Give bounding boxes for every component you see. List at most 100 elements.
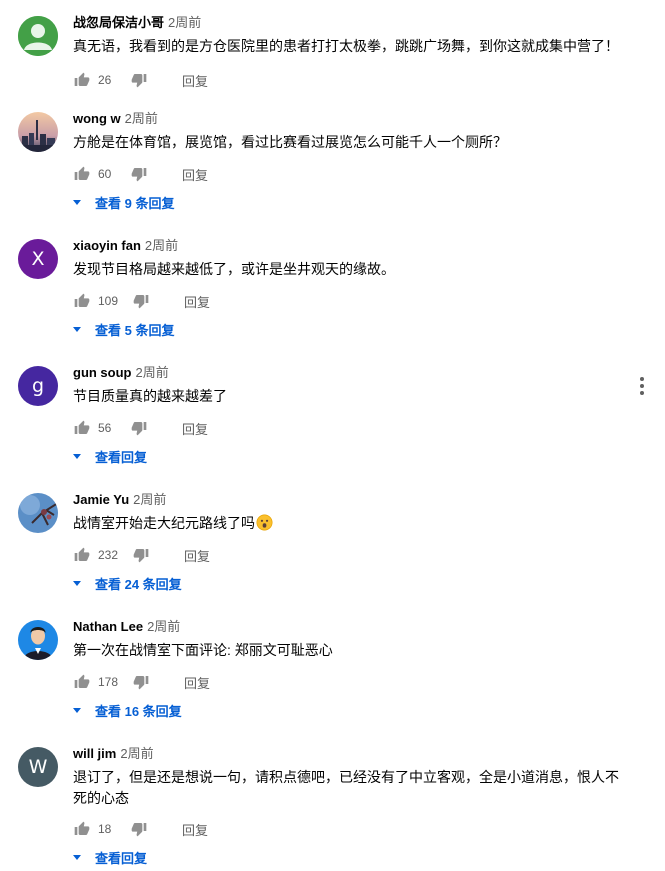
avatar[interactable]: W — [18, 747, 58, 787]
surprised-face-emoji-icon — [256, 514, 273, 531]
dislike-button[interactable] — [130, 820, 148, 838]
reply-button[interactable]: 回复 — [182, 165, 208, 184]
avatar[interactable] — [18, 493, 58, 533]
avatar[interactable]: X — [18, 239, 58, 279]
comment-text: 退订了，但是还是想说一句，请积点德吧，已经没有了中立客观，全是小道消息，恨人不死… — [73, 769, 619, 806]
thumb-up-icon — [74, 166, 90, 180]
comment-actions: 60 回复 — [73, 164, 208, 184]
like-button[interactable] — [73, 71, 91, 89]
author-name[interactable]: will jim — [73, 746, 116, 761]
comment-time[interactable]: 2周前 — [120, 746, 153, 761]
thumb-down-icon — [133, 676, 149, 690]
reply-button[interactable]: 回复 — [182, 419, 208, 438]
comment-text: 真无语，我看到的是方仓医院里的患者打打太极拳，跳跳广场舞，到你这就成集中营了！ — [73, 38, 619, 54]
comment-time[interactable]: 2周前 — [168, 15, 201, 30]
thumb-up-icon — [74, 547, 90, 561]
comment-text: 发现节目格局越来越低了，或许是坐井观天的缘故。 — [73, 261, 395, 277]
comment-time[interactable]: 2周前 — [147, 619, 180, 634]
like-count: 232 — [98, 548, 119, 562]
author-name[interactable]: gun soup — [73, 365, 132, 380]
view-replies-button[interactable]: 查看回复 — [72, 446, 147, 466]
like-button[interactable] — [73, 546, 91, 564]
thumb-up-icon — [74, 420, 90, 434]
thumb-up-icon — [74, 674, 90, 688]
like-count: 60 — [98, 167, 112, 181]
view-replies-label: 查看 24 条回复 — [95, 576, 182, 592]
view-replies-button[interactable]: 查看 24 条回复 — [72, 573, 182, 593]
view-replies-label: 查看 5 条回复 — [95, 322, 175, 338]
author-name[interactable]: Jamie Yu — [73, 492, 129, 507]
thumb-down-icon — [133, 549, 149, 563]
view-replies-button[interactable]: 查看 16 条回复 — [72, 700, 182, 720]
avatar[interactable]: g — [18, 366, 58, 406]
like-count: 109 — [98, 294, 119, 308]
comment-actions: 109 回复 — [73, 291, 210, 311]
dislike-button[interactable] — [130, 419, 148, 437]
comment-actions: 26 回复 — [73, 70, 208, 90]
dislike-button[interactable] — [132, 546, 150, 564]
comment-header: Jamie Yu 2周前 — [73, 491, 166, 509]
comment-time[interactable]: 2周前 — [145, 238, 178, 253]
comment-actions: 56 回复 — [73, 418, 208, 438]
like-button[interactable] — [73, 820, 91, 838]
like-button[interactable] — [73, 165, 91, 183]
caret-down-icon — [73, 326, 81, 332]
dislike-button[interactable] — [132, 292, 150, 310]
reply-button[interactable]: 回复 — [182, 71, 208, 90]
tree-branch-avatar-icon — [18, 493, 58, 533]
comment-time[interactable]: 2周前 — [136, 365, 169, 380]
like-count: 26 — [98, 73, 112, 87]
comment-actions: 18 回复 — [73, 819, 208, 839]
comment-text: 方舱是在体育馆，展览馆，看过比赛看过展览怎么可能千人一个厕所？ — [73, 134, 507, 150]
reply-button[interactable]: 回复 — [184, 673, 210, 692]
thumb-down-icon — [133, 295, 149, 309]
avatar-letter: W — [28, 756, 48, 778]
thumb-down-icon — [131, 422, 147, 436]
comment-text: 节目质量真的越来越差了 — [73, 388, 227, 404]
comment-header: xiaoyin fan 2周前 — [73, 237, 178, 255]
author-name[interactable]: wong w — [73, 111, 121, 126]
comment-time[interactable]: 2周前 — [133, 492, 166, 507]
like-button[interactable] — [73, 419, 91, 437]
avatar[interactable] — [18, 620, 58, 660]
view-replies-button[interactable]: 查看 5 条回复 — [72, 319, 174, 339]
avatar[interactable] — [18, 112, 58, 152]
caret-down-icon — [73, 707, 81, 713]
reply-button[interactable]: 回复 — [184, 546, 210, 565]
comment-text: 战情室开始走大纪元路线了吗 — [73, 513, 633, 534]
like-count: 56 — [98, 421, 112, 435]
reply-button[interactable]: 回复 — [182, 820, 208, 839]
view-replies-label: 查看回复 — [95, 850, 148, 866]
like-button[interactable] — [73, 292, 91, 310]
like-count: 178 — [98, 675, 119, 689]
reply-button[interactable]: 回复 — [184, 292, 210, 311]
thumb-up-icon — [74, 293, 90, 307]
view-replies-button[interactable]: 查看回复 — [72, 847, 147, 867]
avatar[interactable] — [18, 16, 58, 56]
author-name[interactable]: 战忽局保洁小哥 — [73, 15, 164, 30]
dislike-button[interactable] — [132, 673, 150, 691]
avatar-letter: X — [31, 248, 45, 270]
more-actions-icon[interactable] — [632, 374, 652, 398]
thumb-up-icon — [74, 821, 90, 835]
view-replies-label: 查看回复 — [95, 449, 148, 465]
thumb-down-icon — [131, 74, 147, 88]
comment-header: wong w 2周前 — [73, 110, 158, 128]
caret-down-icon — [73, 854, 81, 860]
person-photo-avatar-icon — [18, 620, 58, 660]
comment-header: will jim 2周前 — [73, 745, 154, 763]
thumb-up-icon — [74, 72, 90, 86]
author-name[interactable]: xiaoyin fan — [73, 238, 141, 253]
like-button[interactable] — [73, 673, 91, 691]
default-user-icon — [18, 16, 58, 56]
view-replies-label: 查看 16 条回复 — [95, 703, 182, 719]
comment-header: 战忽局保洁小哥 2周前 — [73, 14, 201, 32]
author-name[interactable]: Nathan Lee — [73, 619, 143, 634]
comment-header: gun soup 2周前 — [73, 364, 169, 382]
view-replies-button[interactable]: 查看 9 条回复 — [72, 192, 174, 212]
dislike-button[interactable] — [130, 165, 148, 183]
view-replies-label: 查看 9 条回复 — [95, 195, 175, 211]
comment-time[interactable]: 2周前 — [125, 111, 158, 126]
dislike-button[interactable] — [130, 71, 148, 89]
city-skyline-avatar-icon — [18, 112, 58, 152]
